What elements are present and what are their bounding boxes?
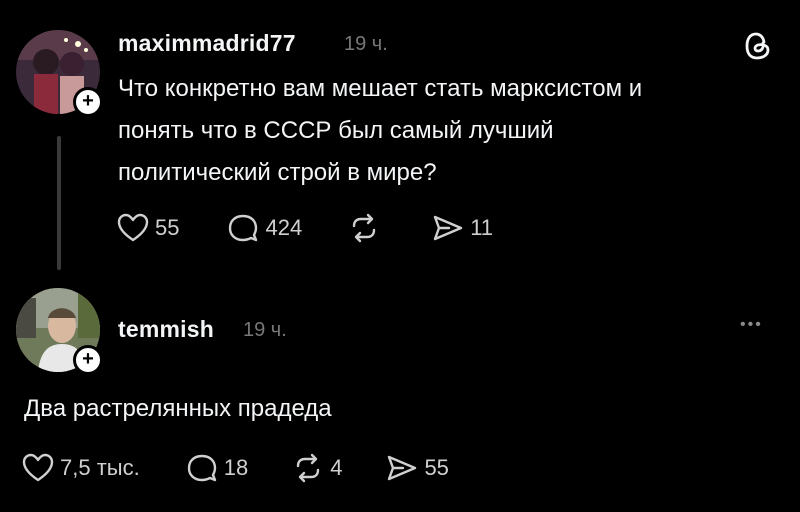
heart-icon bbox=[117, 213, 149, 242]
post-actions: 7,5 тыс. 18 4 55 bbox=[22, 453, 449, 483]
username[interactable]: temmish bbox=[118, 316, 214, 343]
follow-plus-icon[interactable]: + bbox=[73, 87, 103, 117]
share-count: 11 bbox=[470, 215, 494, 240]
follow-plus-icon[interactable]: + bbox=[73, 345, 103, 375]
like-button[interactable]: 7,5 тыс. bbox=[22, 453, 140, 483]
share-button[interactable]: 11 bbox=[432, 213, 493, 243]
post-time: 19 ч. bbox=[344, 33, 388, 55]
send-icon bbox=[434, 215, 463, 241]
repost-button[interactable]: 4 bbox=[292, 453, 342, 483]
post-actions: 55 424 11 bbox=[117, 213, 493, 243]
like-count: 55 bbox=[155, 215, 180, 240]
comment-count: 424 bbox=[265, 215, 303, 240]
repost-icon bbox=[296, 453, 320, 483]
post-text: Что конкретно вам мешает стать марксисто… bbox=[118, 75, 643, 186]
repost-button[interactable] bbox=[348, 213, 386, 243]
comment-bubble-icon bbox=[187, 454, 216, 482]
repost-icon bbox=[353, 213, 376, 243]
thread-connector-line bbox=[57, 136, 61, 270]
like-button[interactable]: 55 bbox=[117, 213, 179, 243]
share-count: 55 bbox=[424, 455, 449, 480]
comment-button[interactable]: 18 bbox=[186, 453, 248, 483]
send-icon bbox=[388, 455, 417, 481]
comment-count: 18 bbox=[223, 455, 249, 480]
post-time: 19 ч. bbox=[243, 319, 287, 341]
comment-button[interactable]: 424 bbox=[227, 213, 302, 243]
repost-count: 4 bbox=[330, 455, 343, 480]
threads-logo-icon[interactable] bbox=[744, 31, 772, 66]
heart-icon bbox=[22, 453, 54, 482]
like-count: 7,5 тыс. bbox=[60, 455, 140, 480]
comment-bubble-icon bbox=[229, 214, 258, 242]
username[interactable]: maximmadrid77 bbox=[118, 30, 296, 57]
share-button[interactable]: 55 bbox=[386, 453, 449, 483]
more-horizontal-icon[interactable]: ••• bbox=[740, 316, 763, 334]
post-text: Два растрелянных прадеда bbox=[24, 395, 332, 422]
